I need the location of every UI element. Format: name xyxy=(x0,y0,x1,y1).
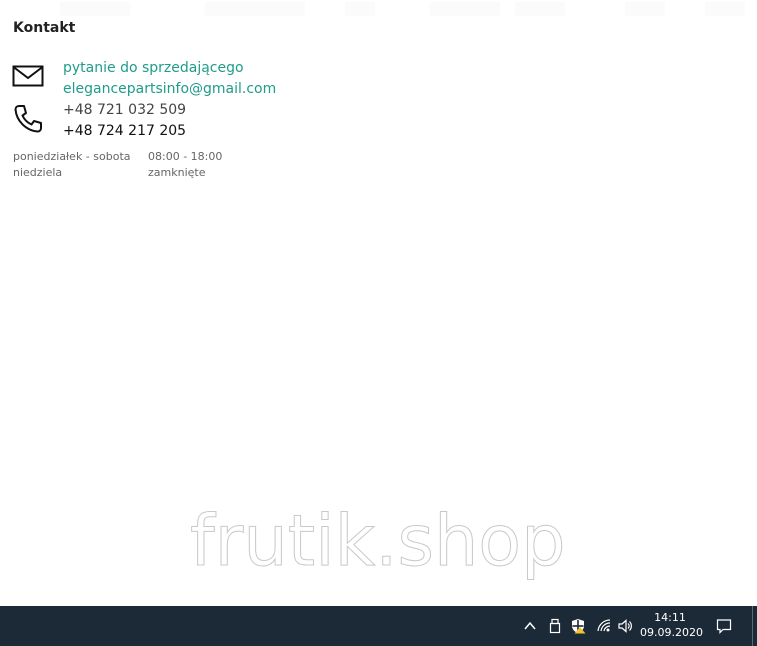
email-link[interactable]: elegancepartsinfo@gmail.com xyxy=(63,81,276,97)
clock-time: 14:11 xyxy=(654,611,686,624)
contact-page: Kontakt pytanie do sprzedającego eleganc… xyxy=(0,0,757,646)
show-desktop-button[interactable] xyxy=(752,606,753,646)
hours-days: poniedziałek - sobota xyxy=(13,150,131,163)
phone-number-primary[interactable]: +48 721 032 509 xyxy=(63,102,186,118)
wifi-icon[interactable] xyxy=(596,618,612,634)
mail-icon xyxy=(12,65,44,87)
watermark-text: frutik.shop xyxy=(190,500,567,583)
top-bar-remnant xyxy=(0,0,757,20)
chevron-up-icon[interactable] xyxy=(522,618,538,634)
security-shield-icon[interactable] xyxy=(570,618,586,634)
volume-icon[interactable] xyxy=(617,618,633,634)
windows-taskbar: 14:11 09.09.2020 xyxy=(0,606,757,646)
hours-time: zamknięte xyxy=(148,166,206,179)
usb-drive-icon[interactable] xyxy=(547,618,563,634)
clock-date: 09.09.2020 xyxy=(640,626,703,639)
phone-number-secondary[interactable]: +48 724 217 205 xyxy=(63,123,186,139)
hours-time: 08:00 - 18:00 xyxy=(148,150,223,163)
contact-title: Kontakt xyxy=(13,20,76,36)
phone-icon xyxy=(14,105,42,133)
ask-seller-link[interactable]: pytanie do sprzedającego xyxy=(63,60,244,76)
notification-icon[interactable] xyxy=(716,618,732,634)
hours-days: niedziela xyxy=(13,166,63,179)
taskbar-clock[interactable]: 14:11 09.09.2020 xyxy=(640,610,703,640)
